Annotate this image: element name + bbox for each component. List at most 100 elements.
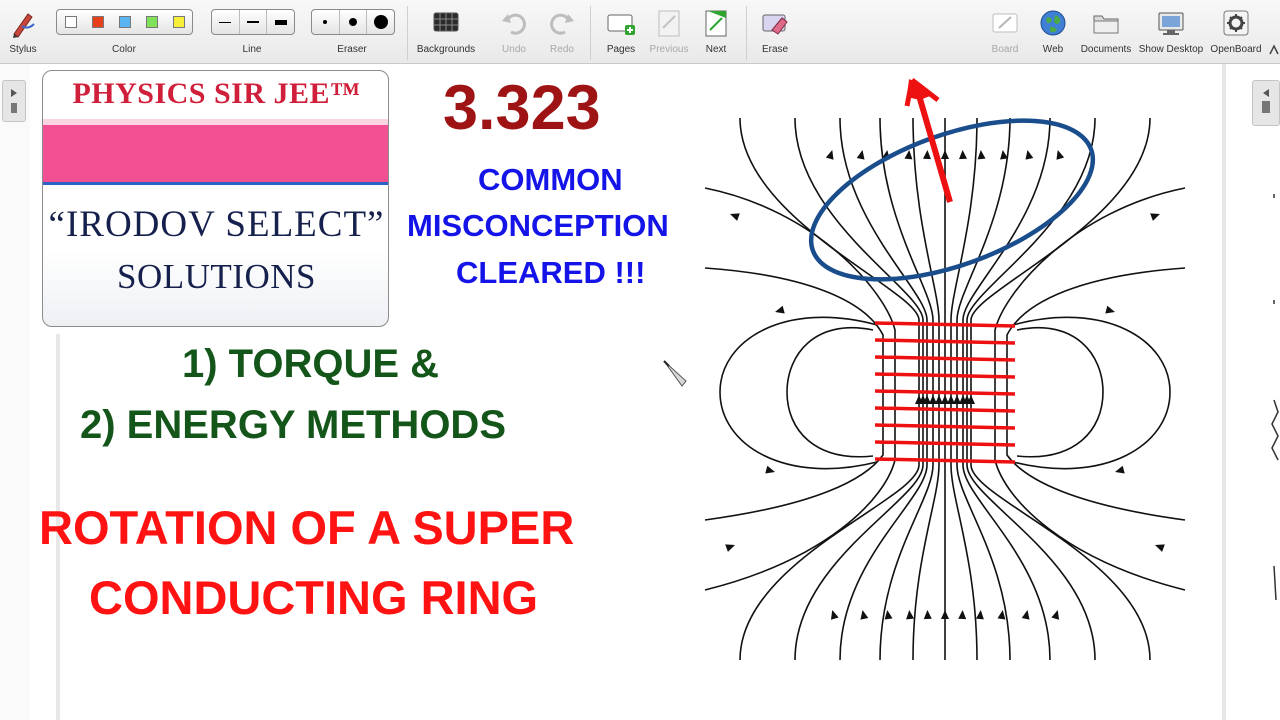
- topic-line-1: ROTATION OF A SUPER: [39, 501, 575, 554]
- add-page-icon: [607, 14, 635, 35]
- field-line: [704, 267, 884, 521]
- documents-button[interactable]: [1091, 8, 1121, 38]
- field-arrow: [977, 150, 986, 160]
- field-arrow: [775, 305, 785, 314]
- field-arrow: [975, 610, 984, 620]
- openboard-toolbar: Stylus Color Line Eraser Backgrounds Und…: [0, 0, 1280, 64]
- expand-arrow-icon: [1262, 89, 1270, 113]
- field-arrow: [923, 610, 932, 620]
- stylus-button[interactable]: [8, 8, 38, 38]
- field-line: [956, 117, 1011, 661]
- redo-label: Redo: [550, 44, 574, 55]
- toolbar-separator: [590, 6, 591, 60]
- field-lines: [704, 117, 1186, 661]
- previous-label: Previous: [649, 44, 689, 55]
- field-arrow: [959, 150, 967, 160]
- field-arrow: [941, 610, 949, 619]
- color-red-button[interactable]: [84, 10, 111, 34]
- color-palette: [56, 9, 193, 35]
- erase-button[interactable]: [760, 8, 790, 38]
- board-label: Board: [991, 44, 1019, 55]
- field-arrow: [830, 610, 839, 620]
- field-arrow: [725, 544, 735, 552]
- gear-icon: [1223, 10, 1249, 36]
- coil-winding: [874, 440, 1016, 447]
- pages-button[interactable]: [606, 8, 636, 38]
- eraser-medium-button[interactable]: [340, 10, 368, 34]
- series-subtitle: SOLUTIONS: [117, 257, 316, 296]
- field-arrow: [1150, 213, 1160, 221]
- field-arrow: [923, 150, 931, 160]
- board-button[interactable]: [990, 8, 1020, 38]
- left-palette-handle[interactable]: [2, 80, 26, 122]
- field-arrow: [1000, 150, 1009, 160]
- field-arrow: [730, 213, 740, 221]
- color-blue-button[interactable]: [111, 10, 138, 34]
- backgrounds-label: Backgrounds: [416, 44, 476, 55]
- undo-button[interactable]: [499, 8, 529, 38]
- method-line-2: 2) ENERGY METHODS: [80, 403, 506, 447]
- color-yellow-button[interactable]: [165, 10, 192, 34]
- field-line: [879, 117, 934, 661]
- stylus-icon: [13, 13, 35, 38]
- field-arrow: [1021, 610, 1030, 620]
- toolbar-separator: [407, 6, 408, 60]
- topic-line-2: CONDUCTING RING: [89, 571, 539, 624]
- coil-winding: [874, 372, 1016, 379]
- line-medium-button[interactable]: [240, 10, 268, 34]
- eraser-large-button[interactable]: [367, 10, 394, 34]
- field-arrow: [825, 150, 834, 160]
- show-desktop-label: Show Desktop: [1138, 44, 1204, 55]
- show-desktop-button[interactable]: [1156, 8, 1186, 38]
- coil-winding: [874, 321, 1016, 328]
- field-arrow: [765, 465, 775, 474]
- field-loop: [786, 327, 874, 458]
- card-pink-band: [43, 125, 388, 185]
- field-arrow: [1155, 544, 1165, 552]
- field-line: [994, 187, 1186, 591]
- pen-cursor-icon: [663, 360, 687, 387]
- field-loop: [719, 316, 878, 470]
- color-green-button[interactable]: [138, 10, 165, 34]
- problem-number: 3.323: [443, 73, 601, 143]
- next-page-icon: [705, 10, 727, 37]
- openboard-button[interactable]: [1221, 8, 1251, 38]
- title-card: PHYSICS SIR JEE™ “IRODOV SELECT” SOLUTIO…: [42, 70, 389, 327]
- field-line: [704, 187, 896, 591]
- erase-label: Erase: [761, 44, 789, 55]
- openboard-label: OpenBoard: [1210, 44, 1262, 55]
- globe-icon: [1040, 10, 1066, 36]
- line-label: Line: [242, 44, 262, 55]
- misconception-line-1: COMMON: [478, 162, 623, 197]
- field-line: [912, 117, 940, 661]
- left-palette-strip: [0, 64, 30, 720]
- misconception-line-3: CLEARED !!!: [456, 255, 646, 290]
- line-thin-button[interactable]: [212, 10, 240, 34]
- web-label: Web: [1042, 44, 1064, 55]
- eraser-small-button[interactable]: [312, 10, 340, 34]
- field-arrow: [856, 150, 865, 160]
- toolbar-overflow-icon[interactable]: [1268, 42, 1280, 58]
- web-button[interactable]: [1038, 8, 1068, 38]
- previous-button[interactable]: [654, 8, 684, 38]
- offpage-strokes: [1271, 194, 1279, 600]
- line-width-group: [211, 9, 295, 35]
- board-icon: [992, 13, 1018, 33]
- field-arrow: [958, 610, 967, 620]
- redo-button[interactable]: [547, 8, 577, 38]
- field-arrow: [1115, 465, 1125, 474]
- coil-winding: [874, 389, 1016, 396]
- field-arrow: [1105, 305, 1115, 314]
- next-button[interactable]: [701, 8, 731, 38]
- line-thick-button[interactable]: [267, 10, 294, 34]
- coil-winding: [874, 355, 1016, 362]
- color-white-button[interactable]: [57, 10, 84, 34]
- coil-winding: [874, 338, 1016, 345]
- backgrounds-button[interactable]: [431, 8, 461, 38]
- field-loop: [1016, 327, 1104, 458]
- right-palette-handle[interactable]: [1252, 80, 1280, 126]
- series-title: “IRODOV SELECT”: [48, 204, 385, 245]
- undo-arrow-icon: [502, 13, 526, 35]
- field-arrow: [860, 610, 869, 620]
- field-line: [1006, 267, 1186, 521]
